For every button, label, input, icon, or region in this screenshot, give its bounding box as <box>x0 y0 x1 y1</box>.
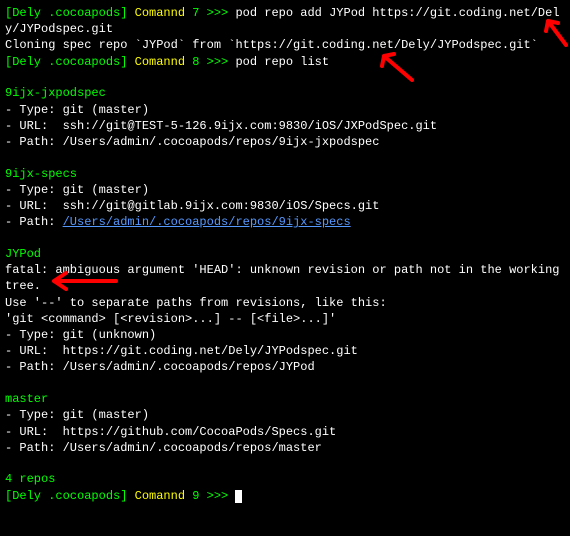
repo-type: - Type: git (master) <box>5 407 565 423</box>
prompt-num: 9 >>> <box>192 489 228 503</box>
repo-path-line: - Path: /Users/admin/.cocoapods/repos/9i… <box>5 214 565 230</box>
prompt-num: 8 >>> <box>192 55 228 69</box>
repo-name: master <box>5 391 565 407</box>
prompt-prefix: [Dely .cocoapods] <box>5 55 127 69</box>
repo-path-prefix: - Path: <box>5 215 63 229</box>
repo-url: - URL: ssh://git@TEST-5-126.9ijx.com:983… <box>5 118 565 134</box>
command-text: pod repo list <box>235 55 329 69</box>
blank-line <box>5 70 565 86</box>
repo-url: - URL: ssh://git@gitlab.9ijx.com:9830/iO… <box>5 198 565 214</box>
error-line: fatal: ambiguous argument 'HEAD': unknow… <box>5 262 565 294</box>
repo-name: 9ijx-specs <box>5 166 565 182</box>
repo-name: 9ijx-jxpodspec <box>5 85 565 101</box>
command-line-7: [Dely .cocoapods] Comannd 7 >>> pod repo… <box>5 5 565 37</box>
repo-type: - Type: git (master) <box>5 182 565 198</box>
prompt-label: Comannd <box>135 6 185 20</box>
repo-path-link[interactable]: /Users/admin/.cocoapods/repos/9ijx-specs <box>63 215 351 229</box>
repo-path: - Path: /Users/admin/.cocoapods/repos/JY… <box>5 359 565 375</box>
repo-type: - Type: git (unknown) <box>5 327 565 343</box>
blank-line <box>5 150 565 166</box>
error-line: 'git <command> [<revision>...] -- [<file… <box>5 311 565 327</box>
repo-url: - URL: https://github.com/CocoaPods/Spec… <box>5 424 565 440</box>
command-line-9[interactable]: [Dely .cocoapods] Comannd 9 >>> <box>5 488 565 504</box>
prompt-prefix: [Dely .cocoapods] <box>5 6 127 20</box>
clone-output: Cloning spec repo `JYPod` from `https://… <box>5 37 565 53</box>
prompt-prefix: [Dely .cocoapods] <box>5 489 127 503</box>
repo-path: - Path: /Users/admin/.cocoapods/repos/ma… <box>5 440 565 456</box>
cursor-icon <box>235 490 242 503</box>
blank-line <box>5 376 565 392</box>
error-line: Use '--' to separate paths from revision… <box>5 295 565 311</box>
blank-line <box>5 230 565 246</box>
summary-line: 4 repos <box>5 471 565 487</box>
repo-path: - Path: /Users/admin/.cocoapods/repos/9i… <box>5 134 565 150</box>
prompt-label: Comannd <box>135 489 185 503</box>
blank-line <box>5 456 565 472</box>
repo-name: JYPod <box>5 246 565 262</box>
prompt-label: Comannd <box>135 55 185 69</box>
repo-type: - Type: git (master) <box>5 102 565 118</box>
prompt-num: 7 >>> <box>192 6 228 20</box>
repo-url: - URL: https://git.coding.net/Dely/JYPod… <box>5 343 565 359</box>
command-line-8: [Dely .cocoapods] Comannd 8 >>> pod repo… <box>5 54 565 70</box>
